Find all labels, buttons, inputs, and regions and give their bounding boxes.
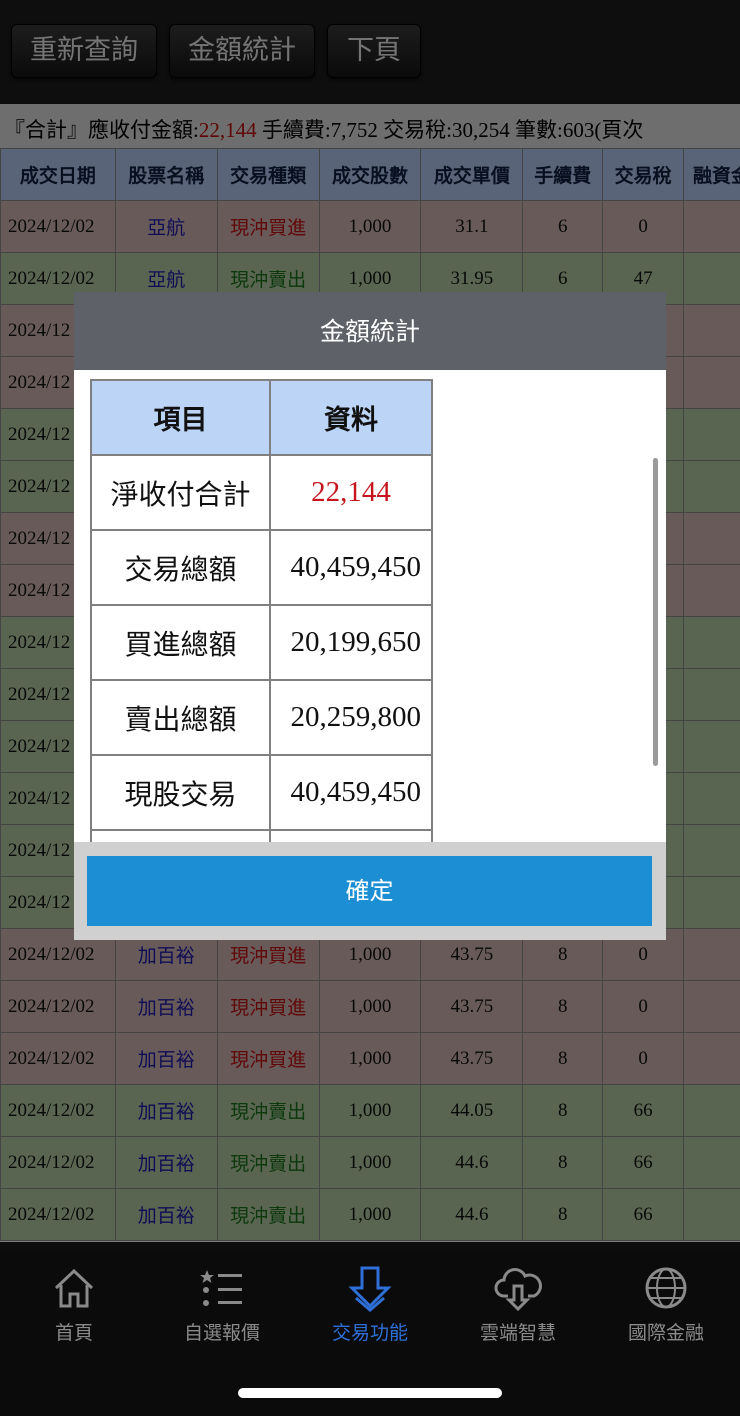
nav-label: 交易功能 — [331, 1322, 408, 1344]
stats-row-partial — [90, 829, 433, 842]
nav-label: 國際金融 — [627, 1322, 704, 1344]
nav-item-cloud[interactable]: 雲端智慧 — [444, 1264, 592, 1345]
trade-arrow-icon — [348, 1266, 392, 1312]
stats-header-row: 項目 資料 — [90, 379, 433, 456]
nav-label: 首頁 — [54, 1322, 93, 1344]
dialog-body[interactable]: 項目 資料 淨收付合計 22,144 交易總額 40,459,450 買進總額 … — [74, 370, 666, 842]
stats-label: 買進總額 — [90, 604, 271, 681]
nav-label: 自選報價 — [183, 1322, 260, 1344]
stats-table: 項目 資料 淨收付合計 22,144 交易總額 40,459,450 買進總額 … — [90, 379, 433, 842]
nav-item-home[interactable]: 首頁 — [0, 1264, 148, 1345]
stats-header-value: 資料 — [269, 379, 433, 456]
stats-value: 22,144 — [269, 454, 433, 531]
stats-row: 現股交易 40,459,450 — [90, 754, 433, 831]
nav-item-intl[interactable]: 國際金融 — [592, 1264, 740, 1345]
nav-item-watchlist[interactable]: 自選報價 — [148, 1264, 296, 1345]
stats-value: 40,459,450 — [269, 754, 433, 831]
stats-row: 賣出總額 20,259,800 — [90, 679, 433, 756]
stats-label: 賣出總額 — [90, 679, 271, 756]
cloud-download-icon — [494, 1268, 542, 1312]
stats-label: 淨收付合計 — [90, 454, 271, 531]
stats-label: 交易總額 — [90, 529, 271, 606]
stats-label: 現股交易 — [90, 754, 271, 831]
amount-stats-dialog: 金額統計 項目 資料 淨收付合計 22,144 交易總額 40,459,450 — [74, 292, 666, 940]
star-list-icon — [200, 1270, 242, 1306]
dialog-scrollbar[interactable] — [653, 458, 658, 766]
dialog-title: 金額統計 — [74, 292, 666, 370]
home-indicator — [238, 1388, 502, 1398]
stats-row: 買進總額 20,199,650 — [90, 604, 433, 681]
stats-header-item: 項目 — [90, 379, 271, 456]
globe-icon — [645, 1267, 687, 1309]
nav-item-trade[interactable]: 交易功能 — [296, 1264, 444, 1345]
dialog-footer: 確定 — [74, 842, 666, 940]
stats-row: 交易總額 40,459,450 — [90, 529, 433, 606]
stats-value: 40,459,450 — [269, 529, 433, 606]
nav-label: 雲端智慧 — [479, 1322, 556, 1344]
stats-row: 淨收付合計 22,144 — [90, 454, 433, 531]
stats-value: 20,259,800 — [269, 679, 433, 756]
confirm-button[interactable]: 確定 — [87, 856, 652, 926]
stats-value: 20,199,650 — [269, 604, 433, 681]
home-icon — [54, 1268, 94, 1308]
